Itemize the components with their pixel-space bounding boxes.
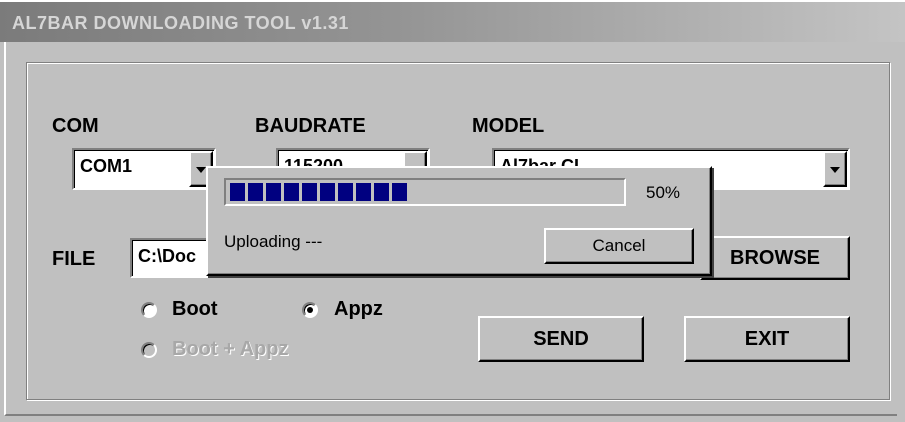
progress-segment (392, 183, 407, 201)
chevron-down-icon (196, 167, 206, 173)
progress-segment (302, 183, 317, 201)
browse-button[interactable]: BROWSE (700, 236, 850, 280)
progress-segment (284, 183, 299, 201)
progress-segment (320, 183, 335, 201)
cancel-button[interactable]: Cancel (544, 228, 694, 264)
window-title: AL7BAR DOWNLOADING TOOL v1.31 (12, 13, 349, 33)
boot-radio[interactable] (141, 302, 157, 318)
progress-segment (374, 183, 389, 201)
progress-segment (230, 183, 245, 201)
progress-segment (356, 183, 371, 201)
appz-radio-label[interactable]: Appz (334, 298, 383, 321)
file-label: FILE (52, 248, 96, 270)
progress-segment (338, 183, 353, 201)
progress-segment (266, 183, 281, 201)
com-select-value: COM1 (80, 156, 133, 176)
boot-appz-radio[interactable] (141, 342, 157, 358)
title-bar[interactable]: AL7BAR DOWNLOADING TOOL v1.31 (0, 0, 905, 42)
upload-status-text: Uploading --- (224, 232, 323, 251)
boot-radio-label[interactable]: Boot (172, 298, 218, 321)
send-button[interactable]: SEND (478, 316, 644, 362)
progress-percent: 50% (646, 183, 681, 202)
progress-segment (248, 183, 263, 201)
com-label: COM (52, 115, 99, 137)
model-label: MODEL (472, 115, 545, 137)
model-dropdown-button[interactable] (823, 151, 847, 187)
com-select[interactable]: COM1 (72, 148, 216, 190)
progress-bar (224, 178, 626, 206)
boot-appz-radio-label[interactable]: Boot + Appz (172, 338, 288, 361)
baudrate-label: BAUDRATE (255, 115, 366, 137)
chevron-down-icon (830, 167, 840, 173)
exit-button[interactable]: EXIT (684, 316, 850, 362)
appz-radio[interactable] (302, 302, 318, 318)
upload-progress-dialog: 50% Uploading --- Cancel (206, 166, 712, 276)
